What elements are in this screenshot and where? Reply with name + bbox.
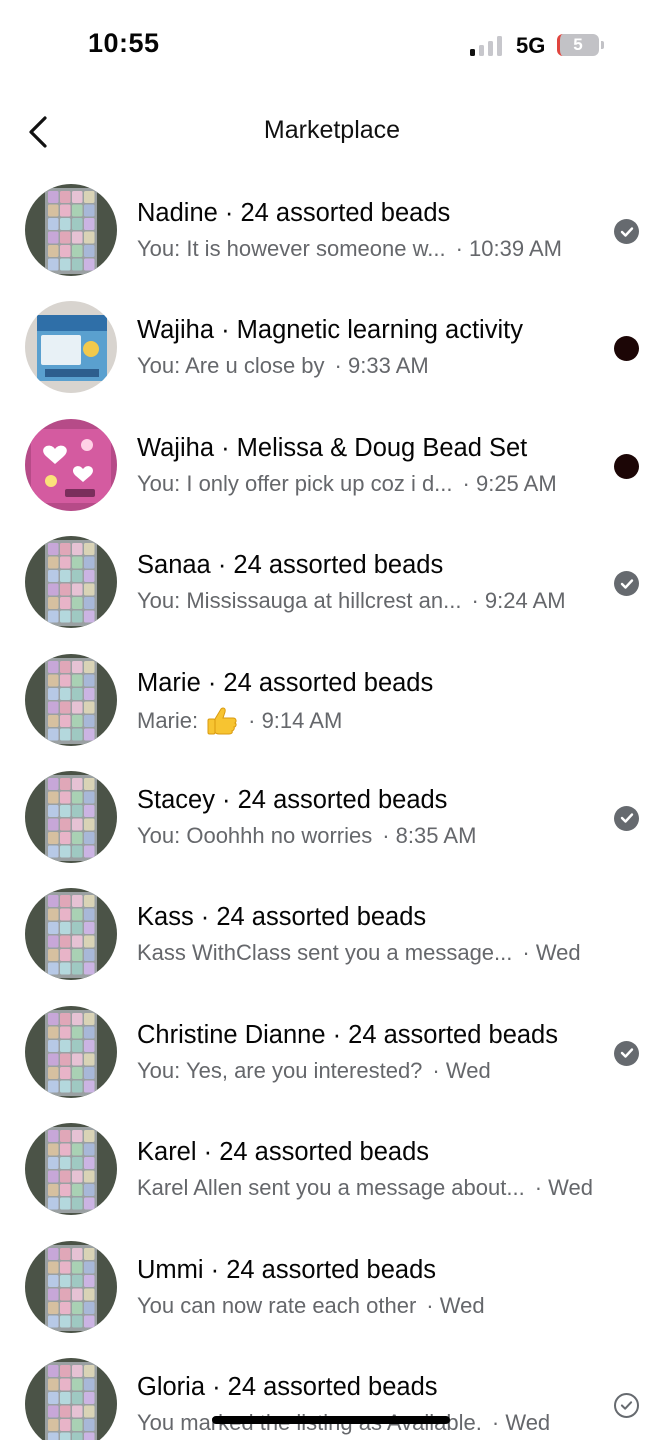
conversation-row[interactable]: Christine Dianne · 24 assorted beads You:… xyxy=(0,994,664,1111)
status-bar: 10:55 5G 5 xyxy=(0,0,664,92)
conversation-row[interactable]: Kass · 24 assorted beads Kass WithClass s… xyxy=(0,876,664,993)
unread-dot-icon xyxy=(614,336,639,362)
conversation-title: Karel · 24 assorted beads xyxy=(137,1138,430,1167)
message-time: · 9:25 AM xyxy=(462,470,557,496)
last-message: Karel Allen sent you a message about... xyxy=(137,1175,525,1201)
last-message: You: Are u close by xyxy=(137,353,325,379)
message-time: · Wed xyxy=(491,1409,551,1435)
conversation-preview: You: Ooohhh no worries · 8:35 AM xyxy=(137,823,476,849)
conversation-title: Stacey · 24 assorted beads xyxy=(137,785,448,814)
sent-check-icon xyxy=(614,1392,639,1418)
read-receipt-icon xyxy=(614,571,639,597)
message-time: · Wed xyxy=(522,940,581,966)
message-time: · 8:35 AM xyxy=(382,822,477,848)
listing-thumbnail xyxy=(25,301,117,394)
message-time: · 9:24 AM xyxy=(471,588,566,614)
listing-thumbnail xyxy=(25,1357,117,1440)
conversation-row[interactable]: Marie · 24 assorted beads Marie: · 9:14 AM xyxy=(0,642,664,759)
listing-thumbnail xyxy=(25,184,117,276)
last-message: Kass WithClass sent you a message... xyxy=(137,940,513,966)
message-time: · Wed xyxy=(426,1292,485,1318)
conversation-preview: Marie: · 9:14 AM xyxy=(137,706,342,736)
beads-organizer-image xyxy=(25,653,117,746)
conversation-row[interactable]: Sanaa · 24 assorted beads You: Mississaug… xyxy=(0,524,664,641)
home-indicator xyxy=(212,1416,450,1424)
listing-thumbnail xyxy=(25,1123,117,1216)
conversation-title: Gloria · 24 assorted beads xyxy=(137,1372,438,1401)
message-time: · 10:39 AM xyxy=(455,236,562,261)
listing-thumbnail xyxy=(25,536,117,629)
last-message: You: It is however someone w... xyxy=(137,236,446,261)
nav-header: Marketplace xyxy=(0,92,664,172)
conversation-preview: Kass WithClass sent you a message... · We… xyxy=(137,940,581,966)
beads-organizer-image xyxy=(25,1123,117,1216)
listing-thumbnail xyxy=(25,770,117,863)
conversation-title: Christine Dianne · 24 assorted beads xyxy=(137,1020,558,1049)
conversation-preview: Karel Allen sent you a message about... ·… xyxy=(137,1175,593,1201)
conversation-row[interactable]: Wajiha · Magnetic learning activity You: … xyxy=(0,289,664,406)
conversation-row[interactable]: Stacey · 24 assorted beads You: Ooohhh no… xyxy=(0,759,664,876)
beads-organizer-image xyxy=(25,888,117,981)
last-message: You: Yes, are you interested? xyxy=(137,1057,423,1083)
page-title: Marketplace xyxy=(263,116,401,144)
listing-thumbnail xyxy=(25,418,117,511)
conversation-title: Nadine · 24 assorted beads xyxy=(137,199,451,227)
conversation-row[interactable]: Karel · 24 assorted beads Karel Allen sen… xyxy=(0,1111,664,1228)
message-time: · 9:14 AM xyxy=(248,707,343,733)
beads-organizer-image xyxy=(25,1005,117,1098)
conversation-preview: You: Yes, are you interested? · Wed xyxy=(137,1058,491,1084)
beads-organizer-image xyxy=(25,1357,117,1440)
last-message: You can now rate each other xyxy=(137,1292,417,1318)
conversation-row[interactable]: Wajiha · Melissa & Doug Bead Set You: I o… xyxy=(0,407,664,524)
conversation-title: Wajiha · Melissa & Doug Bead Set xyxy=(137,433,528,462)
message-time: · 9:33 AM xyxy=(334,353,429,379)
conversation-title: Wajiha · Magnetic learning activity xyxy=(137,316,523,345)
battery-level: 5 xyxy=(573,35,583,54)
last-message: You: Mississauga at hillcrest an... xyxy=(137,588,462,614)
beads-organizer-image xyxy=(25,1240,117,1333)
status-time: 10:55 xyxy=(88,28,160,58)
conversation-preview: You: Mississauga at hillcrest an... · 9:2… xyxy=(137,588,566,614)
conversation-preview: You: It is however someone w... · 10:39 A… xyxy=(137,236,562,262)
conversation-title: Kass · 24 assorted beads xyxy=(137,903,427,932)
conversation-preview: You can now rate each other · Wed xyxy=(137,1293,485,1319)
read-receipt-icon xyxy=(614,1040,639,1066)
beads-organizer-image xyxy=(25,536,117,629)
read-receipt-icon xyxy=(614,219,639,244)
conversation-preview: You: I only offer pick up coz i d... · 9:… xyxy=(137,471,557,497)
listing-thumbnail xyxy=(25,1240,117,1333)
listing-thumbnail xyxy=(25,1005,117,1098)
conversation-row[interactable]: Nadine · 24 assorted beads You: It is how… xyxy=(0,172,664,289)
thumbs-up-icon xyxy=(206,706,238,736)
last-message: You: I only offer pick up coz i d... xyxy=(137,470,453,496)
read-receipt-icon xyxy=(614,805,639,831)
conversation-title: Sanaa · 24 assorted beads xyxy=(137,551,444,580)
last-message: You: Ooohhh no worries xyxy=(137,822,373,848)
beads-organizer-image xyxy=(25,184,117,276)
listing-thumbnail xyxy=(25,653,117,746)
unread-dot-icon xyxy=(614,453,639,479)
conversation-row[interactable]: Gloria · 24 assorted beadsYou marked the… xyxy=(0,1346,664,1440)
listing-thumbnail xyxy=(25,888,117,981)
bead-set-box-image xyxy=(25,418,117,511)
conversation-title: Marie · 24 assorted beads xyxy=(137,668,434,697)
message-time: · Wed xyxy=(432,1057,491,1083)
beads-organizer-image xyxy=(25,770,117,863)
battery-icon: 5 xyxy=(557,34,604,56)
cellular-signal-icon xyxy=(470,36,506,56)
network-type: 5G xyxy=(516,33,546,58)
last-message: Marie: xyxy=(137,707,199,733)
conversation-preview: You: Are u close by · 9:33 AM xyxy=(137,353,429,379)
conversation-list: Nadine · 24 assorted beads You: It is how… xyxy=(0,172,664,1440)
sea-creatures-box-image xyxy=(25,301,117,394)
message-time: · Wed xyxy=(534,1175,593,1201)
conversation-title: Ummi · 24 assorted beads xyxy=(137,1255,437,1284)
conversation-row[interactable]: Ummi · 24 assorted beads You can now rate… xyxy=(0,1229,664,1346)
